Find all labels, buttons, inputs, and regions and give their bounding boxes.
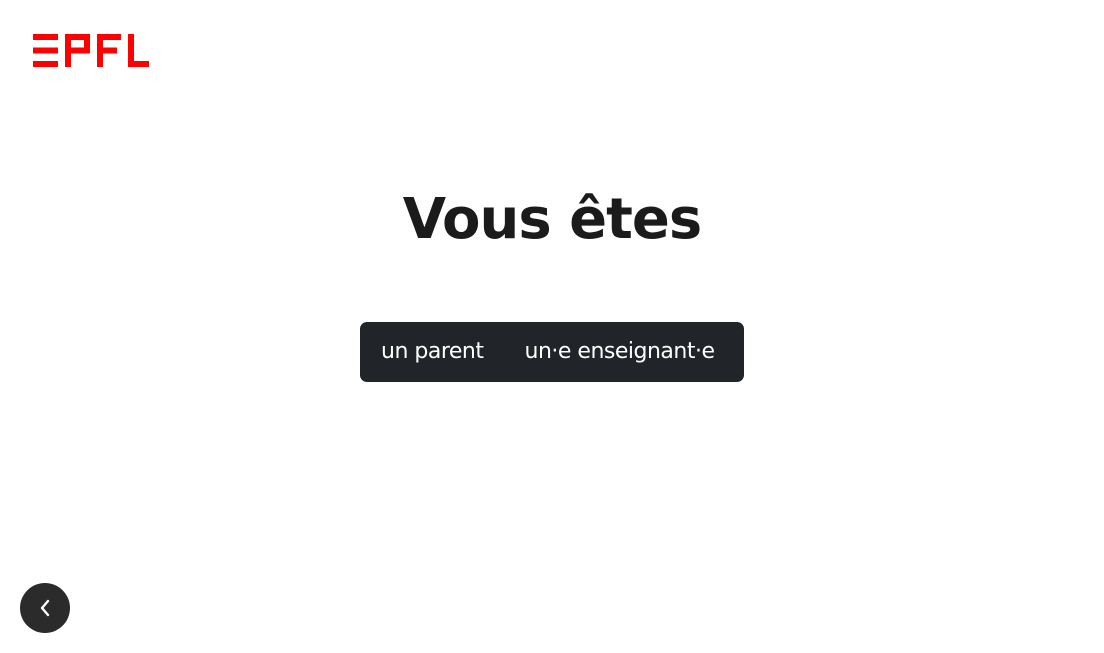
page-title: Vous êtes [402,187,703,252]
back-button[interactable] [20,583,70,633]
chevron-left-icon [40,599,50,617]
choice-teacher-button[interactable]: un·e enseignant·e [525,322,715,382]
role-choice-group: un parent un·e enseignant·e [360,322,744,382]
choice-parent-button[interactable]: un parent [381,322,484,382]
epfl-logo [33,34,149,67]
